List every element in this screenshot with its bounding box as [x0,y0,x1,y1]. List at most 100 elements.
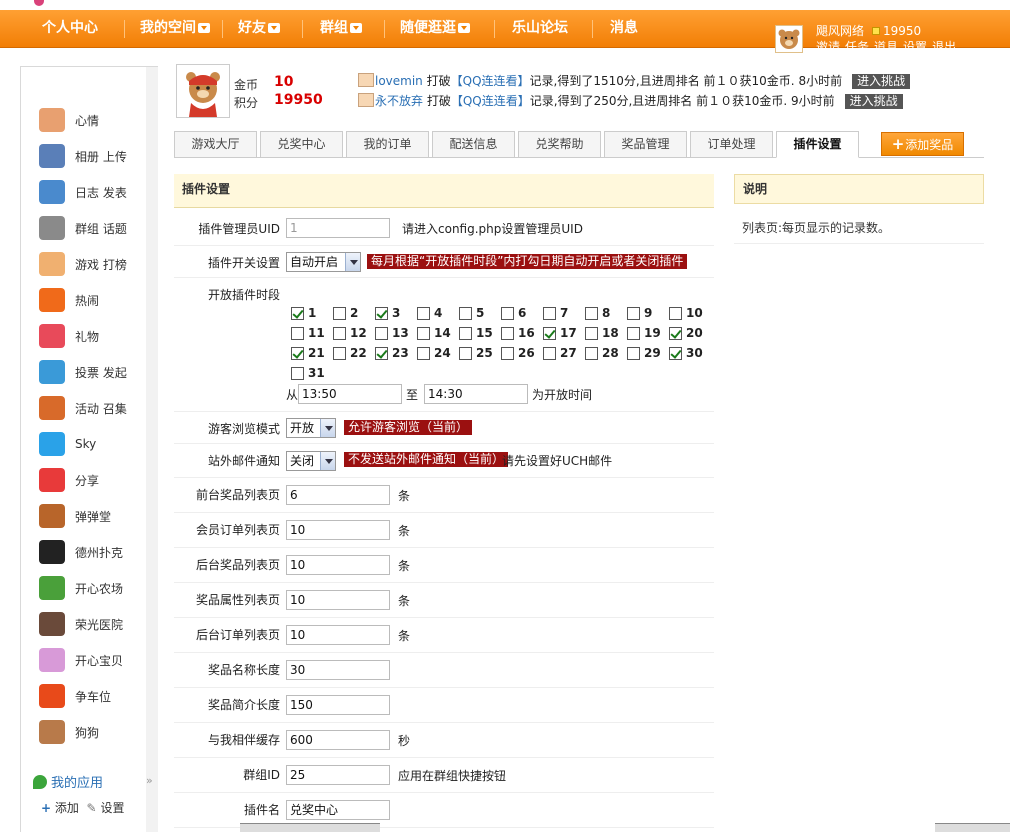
sidebar-item[interactable]: 弹弹堂 [39,503,149,529]
tab-prize-manage[interactable]: 奖品管理 [604,131,687,158]
tab-my-orders[interactable]: 我的订单 [346,131,429,158]
nav-personal-center[interactable]: 个人中心 [42,10,98,48]
setting-input[interactable]: 6 [286,485,390,505]
tab-redeem-help[interactable]: 兑奖帮助 [518,131,601,158]
sidebar-item[interactable]: 礼物 [39,323,149,349]
challenge-button[interactable]: 进入挑战 [852,74,911,89]
tab-plugin-settings[interactable]: 插件设置 [776,131,859,158]
day-checkbox[interactable] [627,307,640,320]
day-checkbox[interactable] [291,307,304,320]
sidebar-item[interactable]: 群组 话题 [39,215,149,241]
feed-game-link[interactable]: 【QQ连连看】 [451,94,530,108]
sidebar-item[interactable]: 投票 发起 [39,359,149,385]
sidebar-item[interactable]: 热闹 [39,287,149,313]
user-avatar[interactable] [775,25,803,53]
day-checkbox[interactable] [669,327,682,340]
link-tasks[interactable]: 任务 [845,40,869,54]
my-apps-header[interactable]: 我的应用 [33,772,103,791]
day-checkbox[interactable] [543,347,556,360]
day-checkbox[interactable] [417,327,430,340]
day-checkbox[interactable] [459,327,472,340]
feed-game-link[interactable]: 【QQ连连看】 [451,74,530,88]
setting-input[interactable]: 兑奖中心 [286,800,390,820]
nav-groups[interactable]: 群组 [320,10,362,48]
day-checkbox[interactable] [417,307,430,320]
switch-select[interactable]: 自动开启 [286,252,361,272]
sidebar-item[interactable]: 相册 上传 [39,143,149,169]
day-checkbox[interactable] [333,307,346,320]
setting-input[interactable]: 10 [286,555,390,575]
tab-redeem-center[interactable]: 兑奖中心 [260,131,343,158]
day-checkbox[interactable] [375,327,388,340]
day-checkbox[interactable] [669,347,682,360]
day-checkbox[interactable] [375,307,388,320]
day-checkbox[interactable] [291,327,304,340]
day-checkbox[interactable] [291,347,304,360]
setting-input[interactable]: 10 [286,625,390,645]
day-checkbox[interactable] [333,327,346,340]
nav-forum[interactable]: 乐山论坛 [512,10,568,48]
tab-delivery[interactable]: 配送信息 [432,131,515,158]
profile-avatar[interactable] [176,64,230,118]
admin-uid-input[interactable]: 1 [286,218,390,238]
day-checkbox[interactable] [333,347,346,360]
day-checkbox[interactable] [627,327,640,340]
day-checkbox[interactable] [501,307,514,320]
link-invite[interactable]: 邀请 [816,40,840,54]
day-checkbox[interactable] [543,327,556,340]
open-time-to-input[interactable]: 14:30 [424,384,528,404]
challenge-button[interactable]: 进入挑战 [844,94,903,109]
username[interactable]: 飓风网络 [816,24,864,38]
day-checkbox[interactable] [501,347,514,360]
tab-order-process[interactable]: 订单处理 [690,131,773,158]
sidebar-item[interactable]: 分享 [39,467,149,493]
sidebar-item[interactable]: 开心宝贝 [39,647,149,673]
setting-input[interactable]: 10 [286,590,390,610]
sidebar-item[interactable]: 争车位 [39,683,149,709]
feed-user[interactable]: 永不放弃 [375,94,423,108]
link-logout[interactable]: 退出 [932,40,956,54]
link-props[interactable]: 道具 [874,40,898,54]
add-prize-button[interactable]: +添加奖品 [881,132,964,156]
setting-input[interactable]: 10 [286,520,390,540]
sidebar-item[interactable]: Sky [39,431,149,457]
day-checkbox[interactable] [669,307,682,320]
add-app-link[interactable]: 添加 [55,801,79,815]
day-checkbox[interactable] [417,347,430,360]
app-settings-link[interactable]: 设置 [100,801,124,815]
day-checkbox[interactable] [459,307,472,320]
mail-notify-select[interactable]: 关闭 [286,451,336,471]
guest-mode-select[interactable]: 开放 [286,418,336,438]
day-checkbox[interactable] [585,347,598,360]
sidebar-item[interactable]: 游戏 打榜 [39,251,149,277]
day-checkbox[interactable] [291,367,304,380]
day-checkbox[interactable] [627,347,640,360]
day-checkbox[interactable] [459,347,472,360]
sidebar-item[interactable]: 狗狗 [39,719,149,745]
sidebar-item[interactable]: 活动 召集 [39,395,149,421]
day-checkbox[interactable] [585,307,598,320]
nav-browse[interactable]: 随便逛逛 [400,10,470,48]
nav-messages[interactable]: 消息 [610,10,638,48]
feed-user[interactable]: lovemin [375,74,423,88]
tab-game-hall[interactable]: 游戏大厅 [174,131,257,158]
sidebar-item[interactable]: 开心农场 [39,575,149,601]
setting-input[interactable]: 600 [286,730,390,750]
link-settings[interactable]: 设置 [903,40,927,54]
sidebar-item[interactable]: 德州扑克 [39,539,149,565]
nav-my-space[interactable]: 我的空间 [140,10,210,48]
day-checkbox[interactable] [543,307,556,320]
sidebar-item[interactable]: 日志 发表 [39,179,149,205]
setting-input[interactable]: 150 [286,695,390,715]
day-checkbox[interactable] [585,327,598,340]
day-checkbox[interactable] [375,347,388,360]
open-time-from-input[interactable]: 13:50 [298,384,402,404]
collapse-icon[interactable]: » [146,774,153,787]
sidebar-item[interactable]: 荣光医院 [39,611,149,637]
form-row-schedule: 开放插件时段 从 13:50 至 14:30 为开放时间 1 2 3 4 5 6 7 8 9 10… [174,278,714,412]
setting-input[interactable]: 25 [286,765,390,785]
nav-friends[interactable]: 好友 [238,10,280,48]
setting-input[interactable]: 30 [286,660,390,680]
sidebar-item[interactable]: 心情 [39,107,149,133]
day-checkbox[interactable] [501,327,514,340]
